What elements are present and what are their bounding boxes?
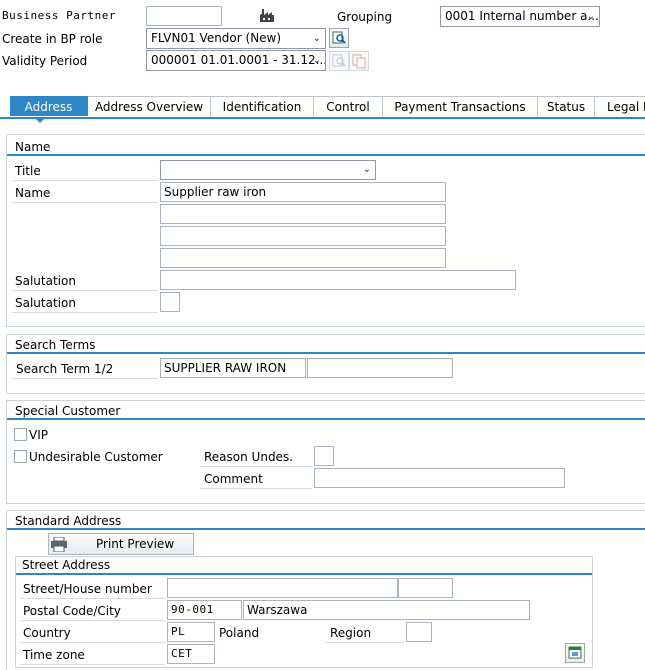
title-label: Title <box>15 164 41 178</box>
row-divider <box>12 378 158 379</box>
tab-strip: Address Address Overview Identification … <box>10 96 645 117</box>
validity-select[interactable]: 000001 01.01.0001 - 31.12... ⌄ <box>146 50 326 71</box>
copy-icon <box>352 54 366 69</box>
chevron-down-icon: ⌄ <box>312 33 321 44</box>
section-divider <box>7 352 645 354</box>
timezone-icon <box>568 646 582 659</box>
section-divider <box>7 528 645 530</box>
region-label: Region <box>330 626 372 640</box>
name-label: Name <box>15 186 51 200</box>
chevron-down-icon: ⌄ <box>586 11 595 22</box>
find-button[interactable] <box>329 28 349 48</box>
tab-status[interactable]: Status <box>538 96 595 116</box>
section-divider <box>7 154 645 156</box>
validity-value: 000001 01.01.0001 - 31.12... <box>151 53 326 67</box>
timezone-button[interactable] <box>565 643 585 663</box>
business-partner-label: Business Partner <box>2 9 116 22</box>
section-divider <box>16 573 592 575</box>
postal-city-label: Postal Code/City <box>23 604 121 618</box>
active-tab-indicator <box>34 117 46 123</box>
country-name: Poland <box>219 626 260 640</box>
factory-icon[interactable] <box>259 9 275 23</box>
create-role-select[interactable]: FLVN01 Vendor (New) ⌄ <box>146 28 326 49</box>
name-input-2[interactable] <box>160 204 446 224</box>
row-divider <box>12 312 158 313</box>
print-preview-label: Print Preview <box>96 537 175 551</box>
copy-button[interactable] <box>349 51 369 71</box>
tab-legal-data[interactable]: Legal D <box>595 96 645 116</box>
title-select[interactable]: ⌄ <box>160 160 376 180</box>
timezone-label: Time zone <box>23 648 85 662</box>
tab-underline <box>0 117 645 119</box>
row-divider <box>20 642 165 643</box>
city-input[interactable]: Warszawa <box>243 600 530 620</box>
create-role-label: Create in BP role <box>2 32 103 46</box>
chevron-down-icon: ⌄ <box>362 164 371 175</box>
name-input-4[interactable] <box>160 248 446 268</box>
row-divider <box>12 290 158 291</box>
salutation-label: Salutation <box>15 274 76 288</box>
house-number-input[interactable] <box>398 578 453 598</box>
salutation2-input[interactable] <box>160 292 180 312</box>
row-divider <box>20 598 165 599</box>
section-title: Street Address <box>22 558 111 572</box>
find-icon <box>332 54 346 67</box>
tab-control[interactable]: Control <box>314 96 383 116</box>
tab-payment-transactions[interactable]: Payment Transactions <box>383 96 538 116</box>
section-title: Search Terms <box>15 338 96 352</box>
search-term-2-input[interactable] <box>307 358 453 378</box>
country-code-input[interactable]: PL <box>167 622 215 642</box>
vip-label: VIP <box>29 428 48 442</box>
row-divider <box>20 620 165 621</box>
section-divider <box>7 418 645 420</box>
comment-label: Comment <box>204 472 263 486</box>
chevron-down-icon: ⌄ <box>312 55 321 66</box>
find-disabled-button[interactable] <box>329 51 349 71</box>
section-title: Name <box>15 140 51 154</box>
search-term-1-input[interactable]: SUPPLIER RAW IRON <box>160 358 306 378</box>
row-divider <box>12 202 158 203</box>
grouping-select[interactable]: 0001 Internal number a... ⌄ <box>440 6 600 27</box>
search-term-label: Search Term 1/2 <box>16 362 114 376</box>
street-label: Street/House number <box>23 582 152 596</box>
name-input-1[interactable]: Supplier raw iron <box>160 182 446 202</box>
undesirable-checkbox[interactable] <box>14 450 27 463</box>
row-divider <box>20 664 165 665</box>
row-divider <box>200 488 312 489</box>
section-title: Special Customer <box>15 404 121 418</box>
postal-code-input[interactable]: 90-001 <box>167 600 242 620</box>
tab-address-overview[interactable]: Address Overview <box>88 96 211 116</box>
street-input[interactable] <box>167 578 398 598</box>
find-icon <box>332 31 346 44</box>
grouping-value: 0001 Internal number a... <box>445 9 599 23</box>
row-divider <box>12 180 158 181</box>
validity-label: Validity Period <box>2 54 88 68</box>
undesirable-label: Undesirable Customer <box>29 450 163 464</box>
country-label: Country <box>23 626 71 640</box>
name-input-3[interactable] <box>160 226 446 246</box>
business-partner-input[interactable] <box>146 6 222 26</box>
row-divider <box>200 466 312 467</box>
reason-label: Reason Undes. <box>204 450 294 464</box>
timezone-input[interactable]: CET <box>167 644 215 664</box>
vip-checkbox[interactable] <box>14 428 27 441</box>
create-role-value: FLVN01 Vendor (New) <box>151 31 282 45</box>
print-preview-button[interactable]: Print Preview <box>48 533 194 555</box>
row-divider <box>326 642 404 643</box>
section-title: Standard Address <box>15 514 122 528</box>
print-icon <box>51 537 67 552</box>
comment-input[interactable] <box>314 468 565 488</box>
tab-address[interactable]: Address <box>10 96 88 116</box>
reason-input[interactable] <box>314 446 334 466</box>
salutation-input[interactable] <box>160 270 516 290</box>
region-input[interactable] <box>406 622 432 642</box>
tab-identification[interactable]: Identification <box>211 96 314 116</box>
salutation2-label: Salutation <box>15 296 76 310</box>
grouping-label: Grouping <box>337 10 393 24</box>
